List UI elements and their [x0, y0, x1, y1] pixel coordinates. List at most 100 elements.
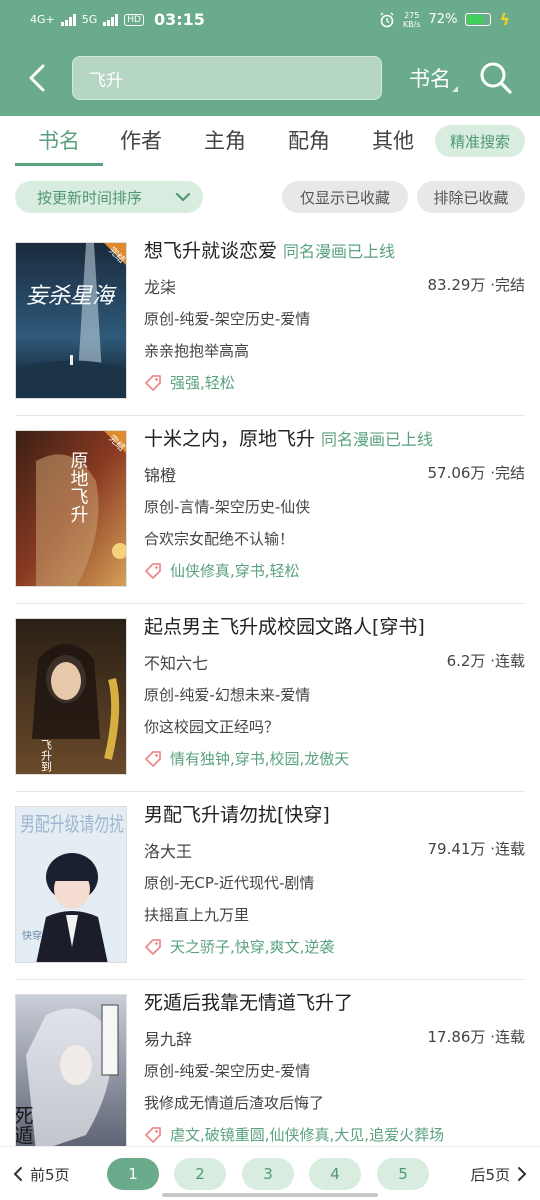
next-label: 后5页: [470, 1165, 510, 1184]
book-tags: 情有独钟,穿书,校园,龙傲天: [144, 748, 349, 769]
book-item[interactable]: 完结 妄杀星海 想飞升就谈恋爱 同名漫画已上线 龙柒 83.29万 ·完结 原创-…: [15, 228, 525, 416]
book-status: 连载: [494, 840, 525, 858]
battery-icon: [465, 13, 492, 26]
book-cover[interactable]: 男配升级请勿扰 快穿: [15, 806, 127, 963]
precise-search-button[interactable]: 精准搜索: [435, 125, 525, 157]
network-label-2: 5G: [81, 13, 98, 26]
tab-protagonist[interactable]: 主角: [184, 116, 266, 164]
signal-icon: [60, 13, 76, 26]
book-description: 亲亲抱抱举高高: [144, 342, 250, 360]
book-status: 完结: [494, 276, 525, 294]
book-description: 我修成无情道后渣攻后悔了: [144, 1094, 325, 1112]
page-4-button[interactable]: 4: [309, 1158, 361, 1190]
book-title-text: 起点男主飞升成校园文路人[穿书]: [144, 616, 425, 638]
word-count: 17.86万: [427, 1028, 486, 1046]
tab-supporting[interactable]: 配角: [268, 116, 350, 164]
net-speed: 275 KB/s: [403, 11, 421, 29]
comic-badge: 同名漫画已上线: [321, 430, 434, 449]
search-scope-select[interactable]: 书名: [400, 56, 460, 100]
book-title[interactable]: 想飞升就谈恋爱 同名漫画已上线: [144, 236, 395, 263]
chevron-left-icon: [29, 64, 45, 92]
search-button[interactable]: [476, 58, 516, 98]
net-speed-unit: KB/s: [402, 19, 421, 29]
cover-title: 男配升级请勿扰: [20, 812, 124, 836]
book-status: 连载: [494, 1028, 525, 1046]
comic-badge: 同名漫画已上线: [283, 242, 396, 261]
book-title[interactable]: 死遁后我靠无情道飞升了: [144, 988, 353, 1015]
tab-other[interactable]: 其他: [352, 116, 434, 164]
active-tab-indicator: [15, 163, 103, 166]
book-description: 扶摇直上九万里: [144, 906, 250, 924]
book-meta: 6.2万 ·连载: [446, 652, 525, 670]
book-meta: 79.41万 ·连载: [427, 840, 525, 858]
search-input[interactable]: [89, 68, 359, 88]
book-cover[interactable]: 死遁后: [15, 994, 127, 1151]
page-5-button[interactable]: 5: [377, 1158, 429, 1190]
net-speed-value: 275: [404, 10, 420, 20]
status-right: 275 KB/s 72% ϟ: [379, 10, 510, 29]
status-left: 4G+ 5G HD 03:15: [30, 10, 205, 29]
book-title[interactable]: 起点男主飞升成校园文路人[穿书]: [144, 612, 425, 639]
tag-icon: [145, 750, 161, 767]
next-5-pages-button[interactable]: 后5页: [470, 1159, 528, 1189]
search-box[interactable]: [72, 56, 382, 100]
prev-5-pages-button[interactable]: 前5页: [12, 1159, 70, 1189]
cover-title: 死遁后: [16, 1105, 34, 1151]
book-cover[interactable]: 完结 原地飞升: [15, 430, 127, 587]
exclude-favorites-toggle[interactable]: 排除已收藏: [417, 181, 525, 213]
book-author[interactable]: 锦橙: [144, 462, 176, 486]
home-indicator[interactable]: [162, 1193, 378, 1197]
book-title-text: 男配飞升请勿扰[快穿]: [144, 804, 330, 826]
book-description: 合欢宗女配绝不认输！: [144, 530, 295, 548]
book-author[interactable]: 洛大王: [144, 838, 192, 862]
book-status: 完结: [494, 464, 525, 482]
pagination: 前5页 1 2 3 4 5 后5页: [0, 1146, 540, 1200]
book-meta: 83.29万 ·完结: [427, 276, 525, 294]
cover-art: 男配升级请勿扰 快穿: [16, 807, 126, 962]
book-item[interactable]: 完结 原地飞升 十米之内，原地飞升 同名漫画已上线 锦橙 57.06万 ·完结 原…: [15, 416, 525, 604]
book-author[interactable]: 不知六七: [144, 650, 208, 674]
battery-percent: 72%: [428, 12, 458, 27]
page-3-button[interactable]: 3: [242, 1158, 294, 1190]
cover-art: 完结 原地飞升: [16, 431, 126, 586]
tag-icon: [145, 938, 161, 955]
tab-title[interactable]: 书名: [15, 116, 103, 164]
word-count: 6.2万: [446, 652, 486, 670]
book-author[interactable]: 龙柒: [144, 274, 176, 298]
page-2-button[interactable]: 2: [174, 1158, 226, 1190]
sort-select[interactable]: 按更新时间排序: [15, 181, 203, 213]
book-meta: 17.86万 ·连载: [427, 1028, 525, 1046]
book-description: 你这校园文正经吗？: [144, 718, 280, 736]
book-tags: 天之骄子,快穿,爽文,逆袭: [144, 936, 334, 957]
cover-title: 妄杀星海: [26, 284, 117, 309]
sort-label: 按更新时间排序: [37, 188, 143, 207]
word-count: 57.06万: [427, 464, 486, 482]
only-favorites-toggle[interactable]: 仅显示已收藏: [282, 181, 408, 213]
book-title-text: 十米之内，原地飞升: [144, 428, 316, 450]
chevron-left-icon: [13, 1167, 22, 1181]
book-tags-text: 强强,轻松: [170, 374, 235, 392]
chevron-down-icon: [175, 192, 191, 202]
battery-fill: [467, 15, 483, 24]
search-icon: [480, 62, 512, 94]
alarm-icon: [380, 12, 394, 27]
book-title[interactable]: 男配飞升请勿扰[快穿]: [144, 800, 330, 827]
book-title[interactable]: 十米之内，原地飞升 同名漫画已上线: [144, 424, 433, 451]
book-author[interactable]: 易九辞: [144, 1026, 192, 1050]
book-cover[interactable]: 飞升到: [15, 618, 127, 775]
book-item[interactable]: 飞升到 起点男主飞升成校园文路人[穿书] 不知六七 6.2万 ·连载 原创-纯爱…: [15, 604, 525, 792]
book-item[interactable]: 男配升级请勿扰 快穿 男配飞升请勿扰[快穿] 洛大王 79.41万 ·连载 原创…: [15, 792, 525, 980]
cover-title: 飞升到: [40, 739, 53, 772]
book-item[interactable]: 死遁后 死遁后我靠无情道飞升了 易九辞 17.86万 ·连载 原创-纯爱-架空历…: [15, 980, 525, 1168]
chevron-right-icon: [518, 1167, 527, 1181]
search-type-tabs: 书名 作者 主角 配角 其他 精准搜索: [0, 116, 540, 168]
book-tags-text: 天之骄子,快穿,爽文,逆袭: [170, 938, 335, 956]
back-button[interactable]: [20, 58, 54, 98]
page-1-button[interactable]: 1: [107, 1158, 159, 1190]
book-tags: 仙侠修真,穿书,轻松: [144, 560, 300, 581]
status-bar: 4G+ 5G HD 03:15 275 KB/s 72% ϟ: [0, 0, 540, 40]
tab-author[interactable]: 作者: [100, 116, 182, 164]
book-tags-text: 仙侠修真,穿书,轻松: [170, 562, 300, 580]
book-tags: 虐文,破镜重圆,仙侠修真,大见,追爱火葬场: [144, 1124, 444, 1145]
book-cover[interactable]: 完结 妄杀星海: [15, 242, 127, 399]
